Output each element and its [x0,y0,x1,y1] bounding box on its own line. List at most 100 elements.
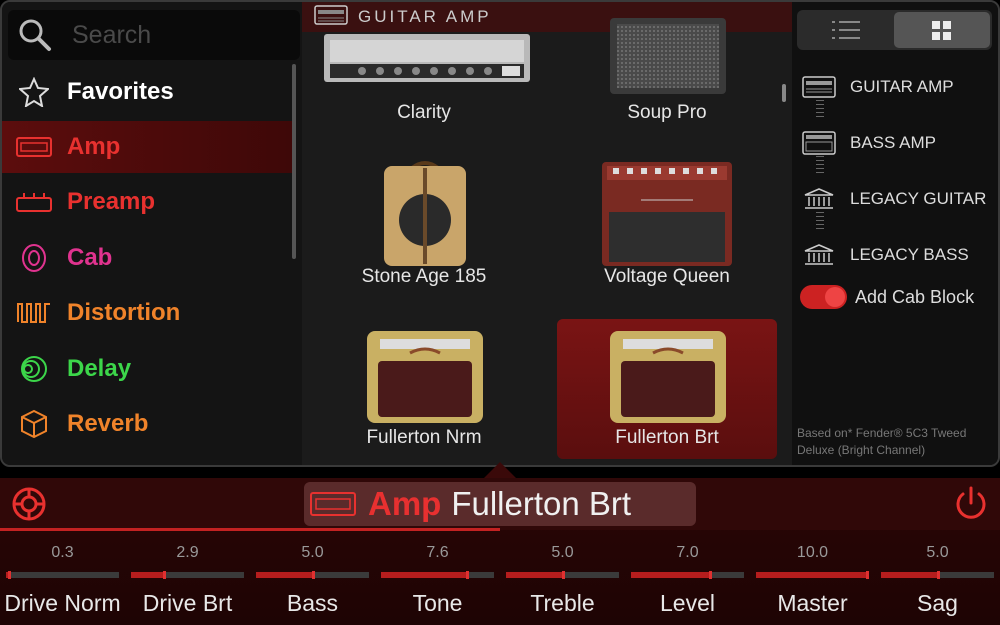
param-fill [631,572,711,578]
param-handle[interactable] [311,571,315,579]
param-slider[interactable] [756,571,869,579]
param-handle[interactable] [162,571,166,579]
model-tile-fullerton-brt[interactable]: Fullerton Brt [557,319,777,459]
legacy-icon [804,188,834,209]
model-tile-stone-age-185[interactable]: Stone Age 185 [314,158,534,298]
param-label: Level [660,590,715,616]
model-name: Fullerton Nrm [366,427,482,448]
distortion-icon [16,298,52,328]
category-amp[interactable]: Amp [2,121,292,173]
connector [816,156,824,176]
bass-amp-icon [802,131,836,155]
param-value: 7.0 [676,544,699,561]
category-favorites[interactable]: Favorites [2,66,292,118]
param-slider[interactable] [381,571,494,579]
based-on-note: Based on* Fender® 5C3 Tweed Deluxe (Brig… [797,426,967,457]
category-reverb[interactable]: Reverb [2,398,292,450]
parameter-row: 0.3 Drive Norm 2.9 Drive Brt 5.0 Bass 7.6 Tone 5… [0,536,1000,625]
type-panel: GUITAR AMP BASS AMP LEGACY GUITAR LEGACY… [792,2,998,465]
param-handle[interactable] [866,571,869,579]
param-fill [131,572,164,578]
param-slider[interactable] [6,571,119,579]
param-handle[interactable] [709,571,713,579]
param-value: 5.0 [301,544,324,561]
type-label: LEGACY GUITAR [850,189,987,208]
block-title[interactable]: Amp Fullerton Brt [304,482,696,526]
param-fill [506,572,563,578]
param-handle[interactable] [465,571,469,579]
category-label: Reverb [67,410,149,437]
connector [816,100,824,120]
category-preamp[interactable]: Preamp [2,176,292,228]
amp-image [367,331,483,423]
model-grid-scrollbar[interactable] [782,84,786,102]
cab-icon [16,243,52,273]
category-delay[interactable]: Delay [2,343,292,395]
bypass-icon[interactable] [10,485,48,528]
view-toggle [797,10,992,50]
param-label: Treble [530,590,595,616]
param-treble[interactable]: 5.0 Treble [500,536,625,625]
amp-icon [310,492,356,516]
model-tile-clarity[interactable]: Clarity [314,2,534,138]
model-name: Soup Pro [627,102,707,123]
model-tile-voltage-queen[interactable]: Voltage Queen [557,158,777,298]
param-label: Master [777,590,848,616]
type-label: LEGACY BASS [850,245,969,264]
model-grid: GUITAR AMP Clarity Soup Pro Stone Age 18… [302,2,792,465]
param-level[interactable]: 7.0 Level [625,536,750,625]
block-title-bar: Amp Fullerton Brt [0,478,1000,530]
list-view-button[interactable] [797,10,894,50]
type-legacy-bass[interactable]: LEGACY BASS [802,235,997,275]
power-icon[interactable] [952,485,990,528]
guitar-amp-icon [802,76,836,98]
type-label: BASS AMP [850,133,936,152]
add-cab-toggle[interactable] [800,285,847,309]
param-tone[interactable]: 7.6 Tone [375,536,500,625]
search-input[interactable]: Search [8,10,300,60]
category-distortion[interactable]: Distortion [2,287,292,339]
reverb-icon [16,409,52,439]
block-category: Amp [368,485,442,522]
param-slider[interactable] [881,571,994,579]
category-cab[interactable]: Cab [2,232,292,284]
model-tile-fullerton-nrm[interactable]: Fullerton Nrm [314,319,534,459]
list-icon [832,21,860,39]
category-scrollbar[interactable] [292,64,296,259]
category-label: Favorites [67,78,174,105]
type-legacy-guitar[interactable]: LEGACY GUITAR [802,179,997,219]
model-name: Voltage Queen [604,266,730,287]
param-value: 7.6 [426,544,449,561]
param-label: Drive Brt [142,590,233,616]
param-drive-norm[interactable]: 0.3 Drive Norm [0,536,125,625]
param-bass[interactable]: 5.0 Bass [250,536,375,625]
param-fill [756,572,869,578]
category-label: Delay [67,355,132,382]
type-bass-amp[interactable]: BASS AMP [802,123,997,163]
param-handle[interactable] [936,571,940,579]
param-value: 0.3 [51,544,74,561]
category-label: Cab [67,244,113,271]
amp-image [610,331,726,423]
param-slider[interactable] [256,571,369,579]
param-master[interactable]: 10.0 Master [750,536,875,625]
param-handle[interactable] [8,571,12,579]
param-drive-brt[interactable]: 2.9 Drive Brt [125,536,250,625]
legacy-icon [804,244,834,265]
category-label: Preamp [67,188,156,215]
toggle-knob [825,287,845,307]
category-label: Distortion [67,299,181,326]
category-label: Amp [67,133,121,160]
grid-view-button[interactable] [894,12,990,48]
type-guitar-amp[interactable]: GUITAR AMP [802,67,997,107]
model-tile-soup-pro[interactable]: Soup Pro [557,2,777,138]
param-sag[interactable]: 5.0 Sag [875,536,1000,625]
param-slider[interactable] [631,571,744,579]
param-slider[interactable] [506,571,619,579]
param-value: 5.0 [551,544,574,561]
param-slider[interactable] [131,571,244,579]
param-fill [381,572,467,578]
star-icon [16,77,52,107]
param-handle[interactable] [561,571,565,579]
connector [816,212,824,232]
